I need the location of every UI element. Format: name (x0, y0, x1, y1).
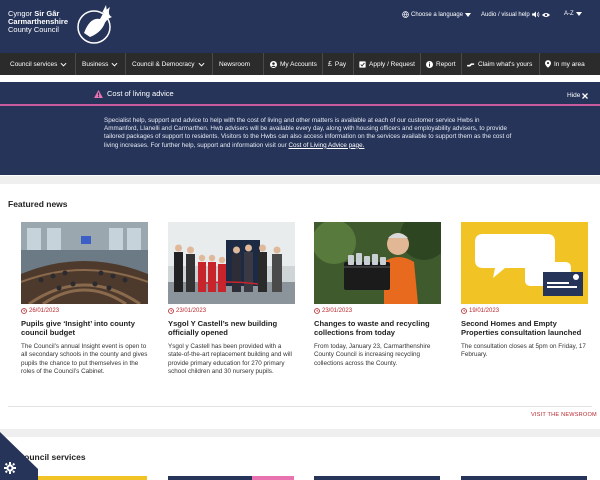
chevron-down-icon (198, 62, 204, 67)
date-text: 26/01/2023 (29, 308, 60, 314)
featured-news-heading: Featured news (8, 199, 68, 209)
eye-icon (541, 12, 550, 17)
news-card[interactable]: 23/01/2023 Changes to waste and recyclin… (314, 222, 441, 368)
nav-council-services[interactable]: Council services (10, 53, 67, 75)
globe-icon (402, 11, 409, 18)
news-title[interactable]: Changes to waste and recycling collectio… (314, 319, 441, 337)
date-text: 23/01/2023 (176, 308, 207, 314)
nav-label: My Accounts (280, 60, 317, 68)
news-card[interactable]: 23/01/2023 Ysgol Y Castell’s new buildin… (168, 222, 295, 377)
a-z-label: A-Z (564, 11, 574, 17)
visit-newsroom-link[interactable]: VISIT THE NEWSROOM (531, 412, 597, 418)
nav-newsroom[interactable]: Newsroom (219, 53, 250, 75)
gear-icon[interactable] (4, 462, 16, 474)
cost-of-living-link[interactable]: Cost of Living Advice page. (288, 142, 364, 149)
clock-icon (168, 308, 174, 314)
chevron-down-icon (111, 62, 118, 67)
service-tile[interactable] (21, 476, 147, 480)
banner-accent-strip (0, 104, 600, 106)
nav-report[interactable]: Report (426, 53, 456, 75)
nav-in-my-area[interactable]: In my area (545, 53, 585, 75)
nav-council-democracy[interactable]: Council & Democracy (132, 53, 205, 75)
logo-line-3: County Council (8, 25, 59, 34)
news-summary: The consultation closes at 5pm on Friday… (461, 343, 586, 359)
nav-label: Council services (10, 60, 58, 68)
news-card[interactable]: 19/01/2023 Second Homes and Empty Proper… (461, 222, 588, 360)
caret-down-icon (465, 12, 472, 17)
user-icon (270, 60, 277, 68)
news-date: 26/01/2023 (21, 308, 148, 314)
news-divider (8, 406, 592, 407)
nav-label: Council & Democracy (132, 60, 195, 68)
language-selector[interactable]: Choose a language (402, 11, 472, 18)
section-divider (0, 176, 600, 184)
warning-icon (94, 89, 103, 98)
news-image-school-opening (168, 222, 295, 304)
news-date: 23/01/2023 (168, 308, 295, 314)
date-text: 19/01/2023 (469, 308, 500, 314)
nav-label: Report (436, 60, 456, 68)
audio-visual-help[interactable]: Audio / visual help (481, 11, 550, 18)
nav-label: Newsroom (219, 60, 251, 68)
cost-of-living-text: Specialist help, support and advice to h… (104, 117, 514, 150)
nav-business[interactable]: Business (82, 53, 118, 75)
audio-label: Audio / visual help (481, 11, 530, 18)
news-image-chamber (21, 222, 148, 304)
service-tile[interactable] (461, 476, 587, 480)
nav-label: Pay (334, 60, 347, 68)
service-tile[interactable] (168, 476, 252, 480)
close-icon (582, 92, 589, 99)
clock-icon (461, 308, 467, 314)
news-summary: From today, January 23, Carmarthenshire … (314, 343, 431, 367)
checkbox-icon (359, 60, 366, 68)
news-date: 23/01/2023 (314, 308, 441, 314)
section-divider (0, 429, 600, 437)
nav-label: In my area (554, 60, 585, 68)
pound-icon: £ (328, 60, 332, 68)
nav-my-accounts[interactable]: My Accounts (270, 53, 317, 75)
date-text: 23/01/2023 (322, 308, 353, 314)
nav-claim[interactable]: Claim what's yours (467, 53, 532, 75)
clock-icon (314, 308, 320, 314)
council-logo[interactable]: Cyngor Sir Gâr Carmarthenshire County Co… (8, 3, 118, 49)
news-image-recycling (314, 222, 441, 304)
service-tile[interactable] (314, 476, 440, 480)
nav-apply-request[interactable]: Apply / Request (359, 53, 415, 75)
nav-label: Business (82, 60, 109, 68)
dragon-icon (77, 5, 112, 44)
language-label: Choose a language (411, 11, 464, 18)
hide-banner-button[interactable]: Hide (567, 92, 589, 99)
hand-icon (467, 62, 475, 66)
news-summary: Ysgol y Castell has been provided with a… (168, 343, 292, 376)
news-card[interactable]: 26/01/2023 Pupils give ‘Insight’ into co… (21, 222, 148, 377)
news-title[interactable]: Ysgol Y Castell’s new building officiall… (168, 319, 295, 337)
banner-title-text: Cost of living advice (107, 89, 174, 98)
nav-label: Claim what's yours (478, 60, 533, 68)
main-nav: Council services Business Council & Demo… (0, 53, 600, 75)
hide-label: Hide (567, 92, 581, 99)
service-tile-accent (252, 476, 294, 480)
caret-down-icon (575, 12, 582, 16)
cost-of-living-title: Cost of living advice (94, 89, 174, 98)
speaker-icon (531, 11, 540, 18)
news-title[interactable]: Second Homes and Empty Properties consul… (461, 319, 588, 337)
news-date: 19/01/2023 (461, 308, 588, 314)
news-title[interactable]: Pupils give ‘Insight’ into county counci… (21, 319, 148, 337)
info-icon (426, 60, 433, 68)
map-pin-icon (545, 60, 551, 68)
chevron-down-icon (60, 62, 67, 67)
a-z-menu[interactable]: A-Z (564, 11, 582, 17)
nav-pay[interactable]: £ Pay (328, 53, 346, 75)
nav-label: Apply / Request (369, 60, 415, 68)
news-summary: The Council’s annual Insight event is op… (21, 343, 148, 376)
news-image-speech-bubbles (461, 222, 588, 304)
clock-icon (21, 308, 27, 314)
